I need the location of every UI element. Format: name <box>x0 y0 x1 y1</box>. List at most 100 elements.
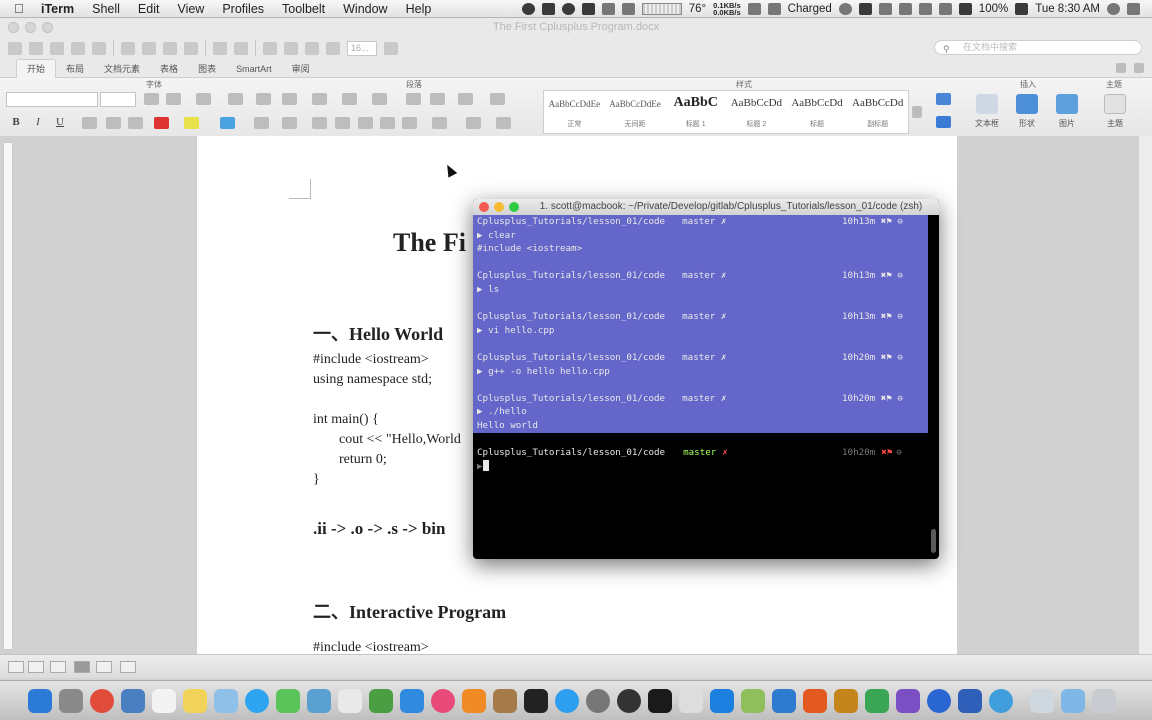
status-icon-5[interactable] <box>601 3 615 15</box>
iterm-icon[interactable] <box>834 688 858 713</box>
font-name-field[interactable] <box>6 92 98 107</box>
network-icon[interactable] <box>741 688 765 713</box>
columns-icon[interactable] <box>284 41 298 55</box>
status-icon-6[interactable] <box>621 3 635 15</box>
facetime-icon[interactable] <box>276 688 300 713</box>
paste-icon[interactable] <box>163 41 177 55</box>
increase-indent-icon[interactable] <box>430 93 445 105</box>
bluetooth-icon[interactable] <box>878 3 892 15</box>
format-painter-icon[interactable] <box>184 41 198 55</box>
insert-picture-button[interactable]: 图片 <box>1050 94 1084 129</box>
align-right-icon[interactable] <box>358 117 373 129</box>
view-draft-icon[interactable] <box>8 661 24 673</box>
menu-toolbelt[interactable]: Toolbelt <box>273 2 334 16</box>
notes-icon[interactable] <box>183 688 207 713</box>
table-icon[interactable] <box>263 41 277 55</box>
phonetic-icon[interactable] <box>256 93 271 105</box>
menu-window[interactable]: Window <box>334 2 396 16</box>
terminal-output[interactable]: Cplusplus_Tutorials/lesson_01/code maste… <box>473 215 928 559</box>
ibooks-icon[interactable] <box>462 688 486 713</box>
apple-menu-icon[interactable]:  <box>14 1 32 16</box>
redo-icon[interactable] <box>234 41 248 55</box>
theme-button[interactable]: 主题 <box>1098 94 1132 129</box>
italic-icon[interactable]: I <box>30 115 46 130</box>
template-icon[interactable] <box>50 41 64 55</box>
style-heading-1[interactable]: AaBbC 标题 1 <box>665 91 726 133</box>
shading-icon[interactable] <box>466 117 481 129</box>
lock-icon[interactable] <box>858 3 872 15</box>
close-button[interactable] <box>8 22 19 33</box>
applications-folder-icon[interactable] <box>1030 688 1054 713</box>
volume-icon[interactable] <box>898 3 912 15</box>
underline-icon[interactable]: U <box>52 115 68 130</box>
tab-charts[interactable]: 图表 <box>188 60 226 78</box>
notification-center-icon[interactable] <box>1127 3 1140 15</box>
sidebar-icon[interactable] <box>8 41 22 55</box>
activity-monitor-icon[interactable] <box>648 688 672 713</box>
print-icon[interactable] <box>92 41 106 55</box>
wunderlist-icon[interactable] <box>772 688 796 713</box>
vs-icon[interactable] <box>896 688 920 713</box>
cloud-icon[interactable] <box>581 3 595 15</box>
input-source-icon[interactable] <box>958 3 972 15</box>
view-print-layout-icon[interactable] <box>74 661 90 673</box>
distribute-icon[interactable] <box>402 117 417 129</box>
shrink-font-icon[interactable] <box>166 93 181 105</box>
highlight-icon[interactable] <box>184 117 199 129</box>
char-shading-icon[interactable] <box>254 117 269 129</box>
font-size-field[interactable] <box>100 92 136 107</box>
maps-icon[interactable] <box>214 688 238 713</box>
superscript-icon[interactable] <box>106 117 121 129</box>
style-heading-2[interactable]: AaBbCcDd 标题 2 <box>726 91 787 133</box>
align-center-icon[interactable] <box>335 117 350 129</box>
tab-document-elements[interactable]: 文档元素 <box>94 60 150 78</box>
font-color-icon[interactable] <box>154 117 169 129</box>
sublime-icon[interactable] <box>803 688 827 713</box>
itunes-icon[interactable] <box>431 688 455 713</box>
view-publishing-icon[interactable] <box>50 661 66 673</box>
menu-shell[interactable]: Shell <box>83 2 129 16</box>
word-icon[interactable] <box>958 688 982 713</box>
justify-icon[interactable] <box>380 117 395 129</box>
bullets-icon[interactable] <box>312 93 327 105</box>
change-case-icon[interactable] <box>196 93 211 105</box>
net-speed[interactable]: 0.1KB/s 0.0KB/s <box>713 1 741 17</box>
styles-scroll-icon[interactable] <box>912 106 922 118</box>
view-focus-icon[interactable] <box>120 661 136 673</box>
tab-layout[interactable]: 布局 <box>56 60 94 78</box>
char-border-icon[interactable] <box>282 93 297 105</box>
terminal-minimize-button[interactable] <box>494 202 504 212</box>
text-styles-icon[interactable] <box>936 93 951 105</box>
menu-profiles[interactable]: Profiles <box>213 2 273 16</box>
multilevel-list-icon[interactable] <box>372 93 387 105</box>
tab-smartart[interactable]: SmartArt <box>226 60 282 78</box>
instruments-icon[interactable] <box>679 688 703 713</box>
keynote-icon[interactable] <box>400 688 424 713</box>
show-marks-icon[interactable] <box>490 93 505 105</box>
cut-icon[interactable] <box>121 41 135 55</box>
status-icon-3[interactable] <box>561 3 575 15</box>
menu-help[interactable]: Help <box>397 2 441 16</box>
gallery-icon[interactable] <box>305 41 319 55</box>
line-spacing-icon[interactable] <box>432 117 447 129</box>
status-icon-1[interactable] <box>521 3 535 15</box>
terminal-input-line[interactable]: ▶ <box>477 459 489 474</box>
insert-textbox-button[interactable]: 文本框 <box>970 94 1004 129</box>
tab-review[interactable]: 审阅 <box>282 60 320 78</box>
help-icon[interactable] <box>384 41 398 55</box>
cpu-temp[interactable]: 76° <box>689 3 706 15</box>
preview-icon[interactable] <box>121 688 145 713</box>
tab-home[interactable]: 开始 <box>16 59 57 78</box>
tab-tables[interactable]: 表格 <box>150 60 188 78</box>
battery-icon[interactable] <box>1015 3 1029 15</box>
quicktime-icon[interactable] <box>989 688 1013 713</box>
browser-icon[interactable] <box>927 688 951 713</box>
calendar-icon[interactable] <box>152 688 176 713</box>
terminal-scrollbar[interactable] <box>931 529 936 553</box>
menu-app-iterm[interactable]: iTerm <box>32 2 83 16</box>
insert-shape-button[interactable]: 形状 <box>1010 94 1044 129</box>
zoom-field[interactable]: 16... <box>347 40 377 56</box>
messages-icon[interactable] <box>245 688 269 713</box>
search-input[interactable]: ⚲ 在文档中搜索 <box>934 40 1142 55</box>
copy-icon[interactable] <box>142 41 156 55</box>
